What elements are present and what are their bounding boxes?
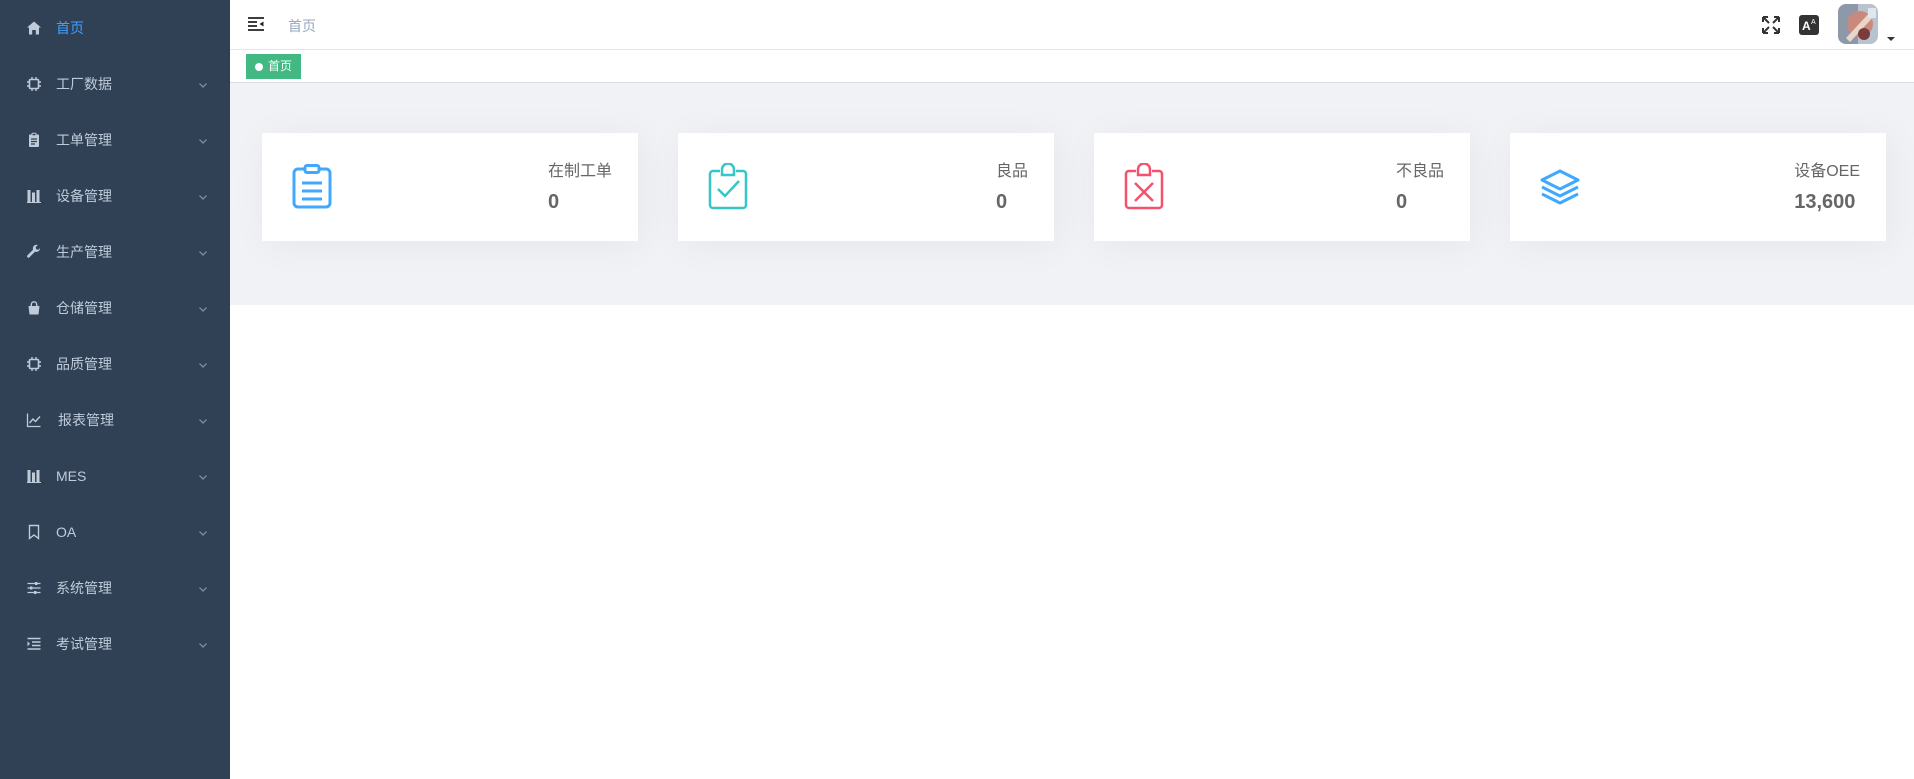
chevron-down-icon (198, 413, 208, 424)
clipboard-list-icon (288, 163, 336, 211)
line-chart-icon (26, 412, 42, 428)
card-desc: 设备OEE 13,600 (1794, 157, 1860, 214)
avatar[interactable] (1838, 4, 1878, 44)
sidebar-item-work-order[interactable]: 工单管理 (0, 112, 230, 168)
clipboard-icon (26, 132, 42, 148)
clipboard-check-icon (704, 162, 752, 211)
sidebar-item-label: 设备管理 (56, 188, 112, 204)
list-indent-icon (26, 636, 42, 652)
chip-icon (26, 76, 42, 92)
shopping-bag-icon (26, 300, 42, 316)
chevron-down-icon (198, 301, 208, 312)
sidebar-item-label: MES (56, 468, 87, 484)
sidebar-item-warehouse[interactable]: 仓储管理 (0, 280, 230, 336)
sidebar-item-label: 报表管理 (58, 412, 114, 428)
sidebar-item-label: 首页 (56, 20, 84, 36)
active-dot-icon (255, 62, 263, 71)
fullscreen-icon[interactable] (1760, 14, 1782, 36)
sidebar-item-label: 工厂数据 (56, 76, 112, 92)
sidebar-item-exam[interactable]: 考试管理 (0, 616, 230, 672)
sidebar-item-oa[interactable]: OA (0, 504, 230, 560)
wrench-icon (26, 244, 42, 260)
chevron-down-icon (198, 189, 208, 200)
chevron-down-icon (198, 357, 208, 368)
card-desc: 在制工单 0 (548, 157, 612, 214)
navbar: 首页 AA (230, 0, 1914, 50)
size-select-icon[interactable]: AA (1798, 14, 1820, 36)
card-label: 不良品 (1395, 163, 1444, 180)
tags-view: 首页 (230, 50, 1914, 83)
sidebar-item-label: 生产管理 (56, 244, 112, 260)
card-value: 13,600 (1794, 191, 1856, 213)
breadcrumb-item-home[interactable]: 首页 (288, 18, 316, 34)
tag-home[interactable]: 首页 (246, 54, 302, 79)
sidebar-item-system[interactable]: 系统管理 (0, 560, 230, 616)
sidebar-item-home[interactable]: 首页 (0, 0, 230, 56)
sidebar: 首页 工厂数据 工单管理 设备管理 生产管理 仓储管理 品质管理 报表管理 ME… (0, 0, 230, 779)
clipboard-x-icon (1120, 162, 1168, 211)
card-desc: 不良品 0 (1396, 157, 1444, 214)
svg-text:A: A (1811, 19, 1816, 26)
card-value: 0 (1395, 191, 1408, 213)
card-label: 良品 (995, 163, 1028, 180)
caret-down-icon[interactable] (1886, 30, 1896, 41)
tag-label: 首页 (268, 59, 293, 73)
home-icon (26, 20, 42, 36)
sliders-icon (26, 580, 42, 596)
sidebar-item-label: 仓储管理 (56, 300, 112, 316)
sidebar-item-label: 工单管理 (56, 132, 112, 148)
chevron-down-icon (198, 133, 208, 144)
card-equipment-oee[interactable]: 设备OEE 13,600 (1510, 133, 1886, 241)
chevron-down-icon (198, 581, 208, 592)
card-good-products[interactable]: 良品 0 (678, 133, 1054, 241)
card-defective-products[interactable]: 不良品 0 (1094, 133, 1470, 241)
sidebar-item-equipment[interactable]: 设备管理 (0, 168, 230, 224)
chip-icon (26, 356, 42, 372)
chevron-down-icon (198, 525, 208, 536)
svg-text:A: A (1802, 19, 1811, 33)
chevron-down-icon (198, 77, 208, 88)
sidebar-item-label: 考试管理 (56, 636, 112, 652)
sidebar-item-mes[interactable]: MES (0, 448, 230, 504)
sidebar-item-label: OA (56, 524, 77, 540)
sidebar-item-factory-data[interactable]: 工厂数据 (0, 56, 230, 112)
card-label: 设备OEE (1794, 163, 1860, 180)
chart-bars-icon (26, 468, 42, 484)
chevron-down-icon (198, 245, 208, 256)
panel-group: 在制工单 0 良品 0 不良品 0 设备OEE 13,600 (230, 83, 1914, 305)
hamburger-icon[interactable] (246, 14, 266, 34)
card-wip-orders[interactable]: 在制工单 0 (262, 133, 638, 241)
bookmark-icon (26, 524, 42, 540)
layers-icon (1536, 163, 1584, 211)
breadcrumb: 首页 (288, 16, 316, 36)
chevron-down-icon (198, 637, 208, 648)
chart-bars-icon (26, 188, 42, 204)
card-label: 在制工单 (547, 163, 612, 180)
sidebar-item-quality[interactable]: 品质管理 (0, 336, 230, 392)
sidebar-item-production[interactable]: 生产管理 (0, 224, 230, 280)
sidebar-item-label: 系统管理 (56, 580, 112, 596)
card-value: 0 (995, 191, 1008, 213)
sidebar-item-label: 品质管理 (56, 356, 112, 372)
sidebar-item-reports[interactable]: 报表管理 (0, 392, 230, 448)
card-desc: 良品 0 (996, 157, 1028, 214)
chevron-down-icon (198, 469, 208, 480)
card-value: 0 (547, 191, 560, 213)
